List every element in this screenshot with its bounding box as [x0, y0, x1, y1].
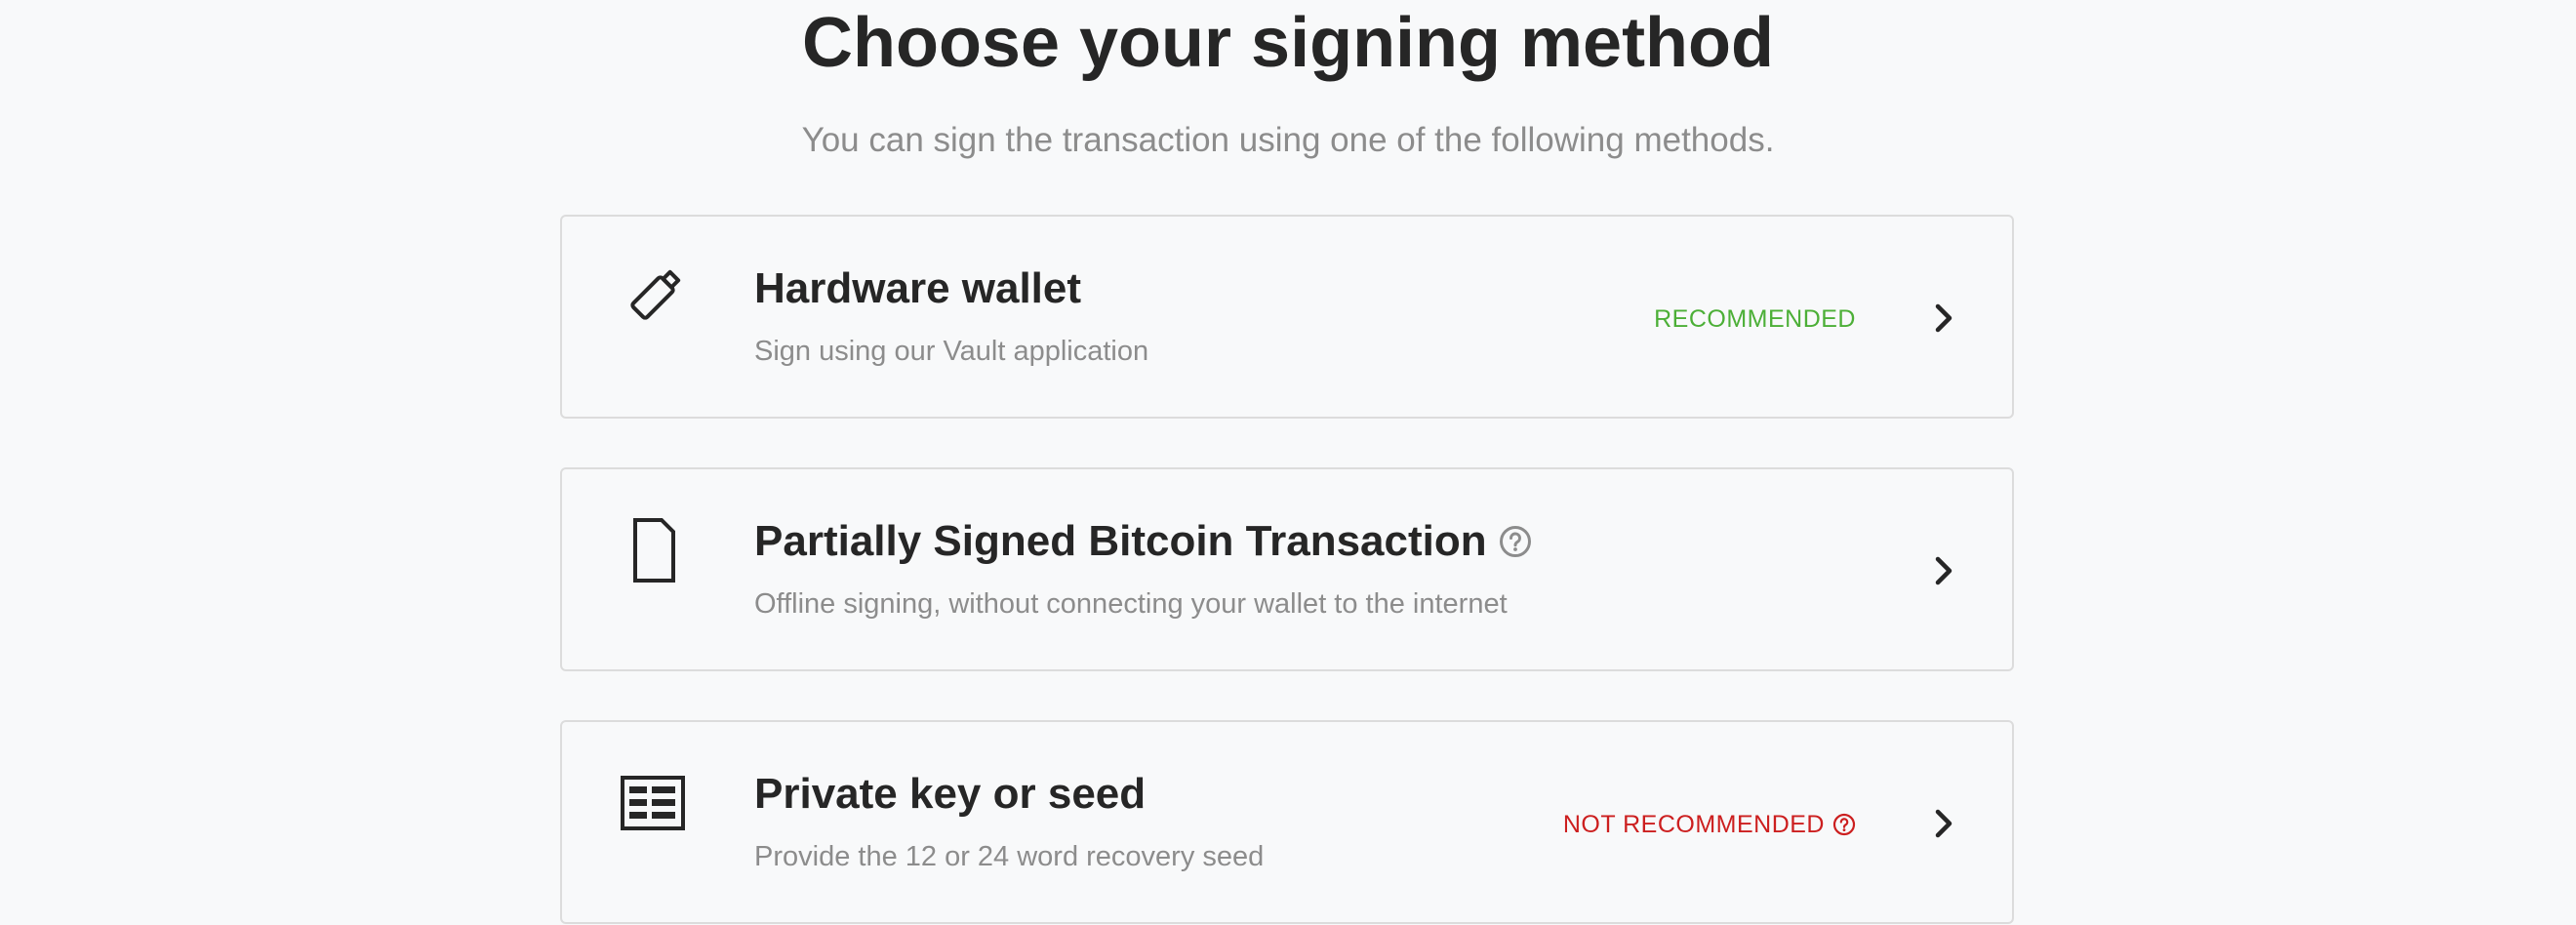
method-card-hardware-wallet[interactable]: Hardware wallet Sign using our Vault app…	[560, 215, 2014, 419]
method-title: Hardware wallet	[754, 264, 1082, 312]
chevron-right-icon	[1935, 556, 1952, 585]
usb-key-icon	[630, 269, 681, 320]
signing-method-page: Choose your signing method You can sign …	[0, 0, 2576, 925]
method-card-psbt[interactable]: Partially Signed Bitcoin Transaction Off…	[560, 467, 2014, 671]
document-icon	[633, 518, 675, 583]
not-recommended-badge: NOT RECOMMENDED	[1563, 808, 1856, 841]
page-subtitle: You can sign the transaction using one o…	[801, 121, 1775, 159]
method-description: Sign using our Vault application	[754, 336, 1149, 367]
page-title: Choose your signing method	[801, 4, 1774, 82]
method-description: Offline signing, without connecting your…	[754, 588, 1508, 620]
chevron-right-icon	[1935, 809, 1952, 838]
seed-grid-icon	[621, 776, 685, 830]
help-circle-icon[interactable]	[1832, 813, 1856, 836]
method-title: Private key or seed	[754, 770, 1147, 818]
recommended-badge: RECOMMENDED	[1654, 305, 1856, 333]
chevron-right-icon	[1935, 303, 1952, 333]
help-circle-icon[interactable]	[1499, 525, 1532, 558]
method-description: Provide the 12 or 24 word recovery seed	[754, 841, 1265, 872]
method-card-private-key[interactable]: Private key or seed Provide the 12 or 24…	[560, 720, 2014, 924]
method-title: Partially Signed Bitcoin Transaction	[754, 514, 1532, 569]
